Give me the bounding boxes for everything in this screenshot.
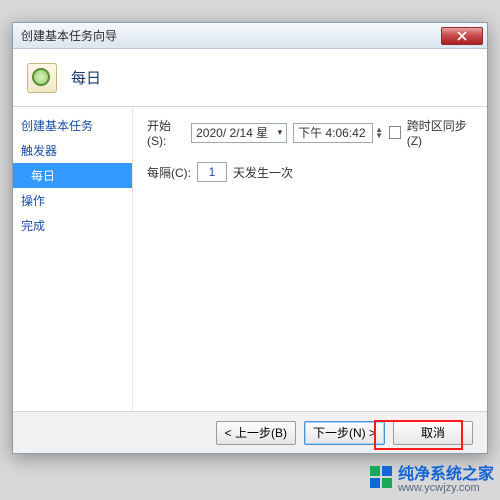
- close-button[interactable]: [441, 27, 483, 45]
- sidebar-item-action[interactable]: 操作: [13, 188, 132, 213]
- sidebar-item-create[interactable]: 创建基本任务: [13, 113, 132, 138]
- start-time-field[interactable]: 下午 4:06:42: [293, 123, 373, 143]
- wizard-window: 创建基本任务向导 每日 创建基本任务 触发器 每日 操作 完成 开始(S): 2…: [12, 22, 488, 454]
- start-time-value: 下午 4:06:42: [298, 124, 365, 141]
- wizard-content: 开始(S): 2020/ 2/14 星 ▾ 下午 4:06:42 ▲▼ 跨时区同…: [133, 107, 487, 411]
- start-date-value: 2020/ 2/14 星: [196, 124, 268, 141]
- window-title: 创建基本任务向导: [21, 27, 441, 44]
- wizard-sidebar: 创建基本任务 触发器 每日 操作 完成: [13, 107, 133, 411]
- interval-suffix: 天发生一次: [233, 164, 293, 181]
- interval-row: 每隔(C): 1 天发生一次: [147, 162, 473, 182]
- watermark-url: www.ycwjzy.com: [398, 482, 494, 494]
- watermark-title: 纯净系统之家: [398, 466, 494, 483]
- watermark-logo-icon: [370, 466, 392, 488]
- wizard-footer: < 上一步(B) 下一步(N) > 取消: [13, 411, 487, 453]
- sidebar-item-finish[interactable]: 完成: [13, 213, 132, 238]
- sidebar-item-daily[interactable]: 每日: [13, 163, 132, 188]
- start-date-field[interactable]: 2020/ 2/14 星 ▾: [191, 123, 287, 143]
- interval-field[interactable]: 1: [197, 162, 227, 182]
- wizard-header-title: 每日: [71, 67, 101, 88]
- tz-sync-label: 跨时区同步(Z): [407, 117, 473, 148]
- start-row: 开始(S): 2020/ 2/14 星 ▾ 下午 4:06:42 ▲▼ 跨时区同…: [147, 117, 473, 148]
- watermark: 纯净系统之家 www.ycwjzy.com: [370, 460, 494, 494]
- back-button[interactable]: < 上一步(B): [216, 421, 296, 445]
- cancel-button[interactable]: 取消: [393, 421, 473, 445]
- tz-sync-checkbox[interactable]: [389, 126, 401, 139]
- wizard-body: 创建基本任务 触发器 每日 操作 完成 开始(S): 2020/ 2/14 星 …: [13, 107, 487, 411]
- interval-value: 1: [209, 165, 216, 179]
- wizard-header: 每日: [13, 49, 487, 107]
- titlebar: 创建基本任务向导: [13, 23, 487, 49]
- wizard-icon: [27, 63, 57, 93]
- next-button[interactable]: 下一步(N) >: [304, 421, 385, 445]
- start-label: 开始(S):: [147, 117, 185, 148]
- interval-label: 每隔(C):: [147, 164, 191, 181]
- sidebar-item-trigger[interactable]: 触发器: [13, 138, 132, 163]
- time-spinner[interactable]: ▲▼: [375, 127, 383, 139]
- calendar-dropdown-icon[interactable]: ▾: [278, 127, 283, 138]
